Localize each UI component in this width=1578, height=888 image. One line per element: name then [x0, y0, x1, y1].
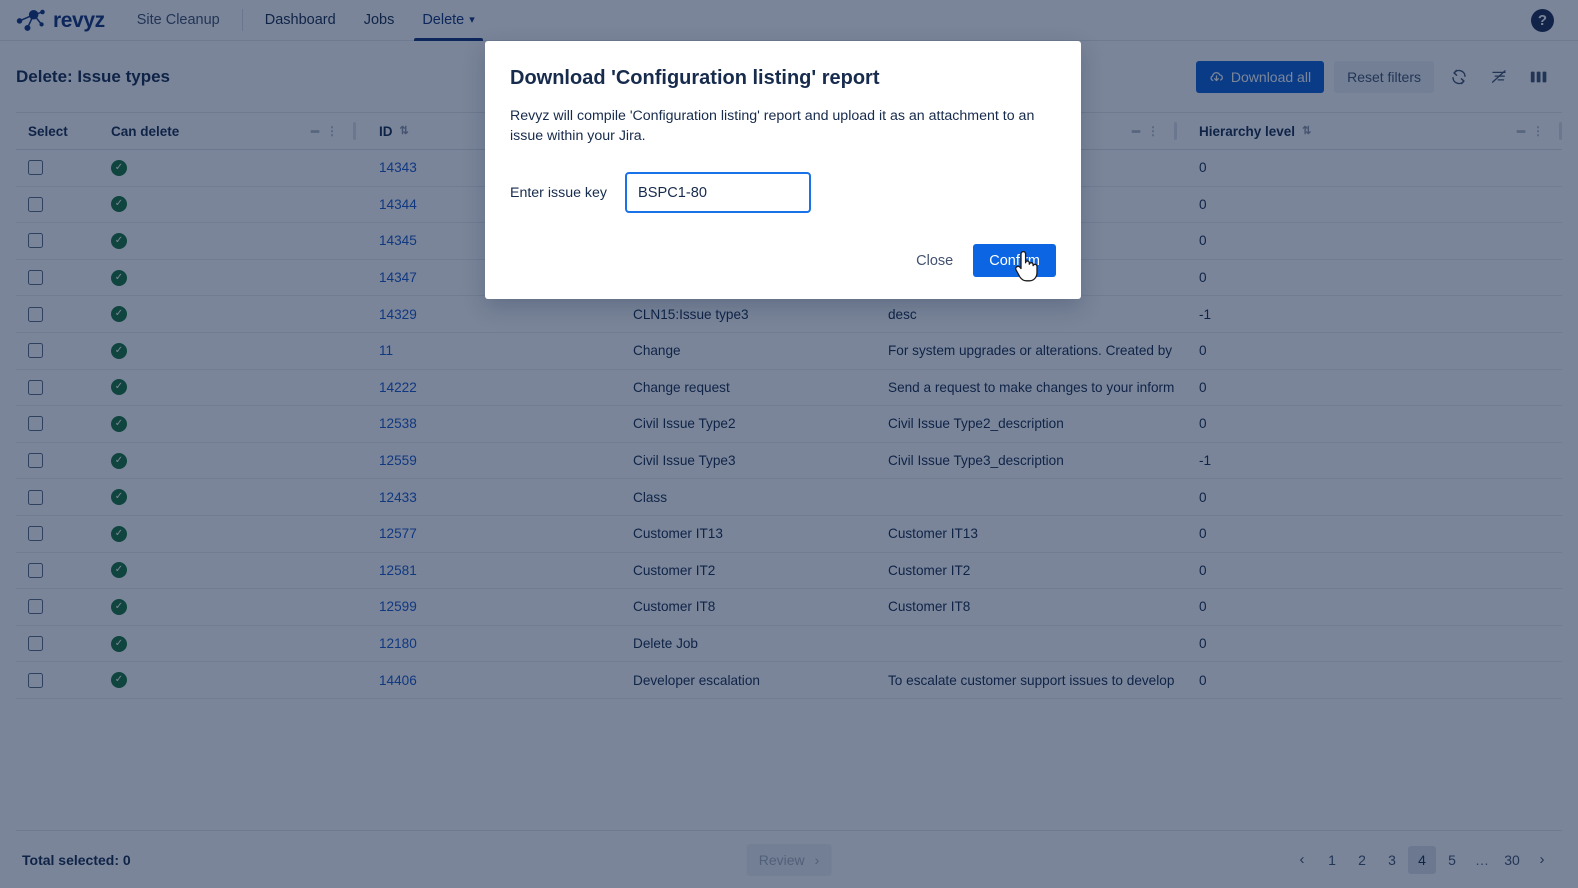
close-button[interactable]: Close — [904, 244, 965, 277]
modal-description: Revyz will compile 'Configuration listin… — [510, 108, 1035, 145]
issue-key-label: Enter issue key — [510, 184, 607, 201]
issue-key-input[interactable] — [625, 172, 811, 214]
issue-key-field-row: Enter issue key — [510, 172, 1056, 214]
download-report-modal: Download 'Configuration listing' report … — [485, 41, 1081, 300]
confirm-button[interactable]: Confirm — [973, 244, 1056, 278]
modal-title: Download 'Configuration listing' report — [510, 67, 880, 89]
modal-actions: Close Confirm — [510, 244, 1056, 278]
